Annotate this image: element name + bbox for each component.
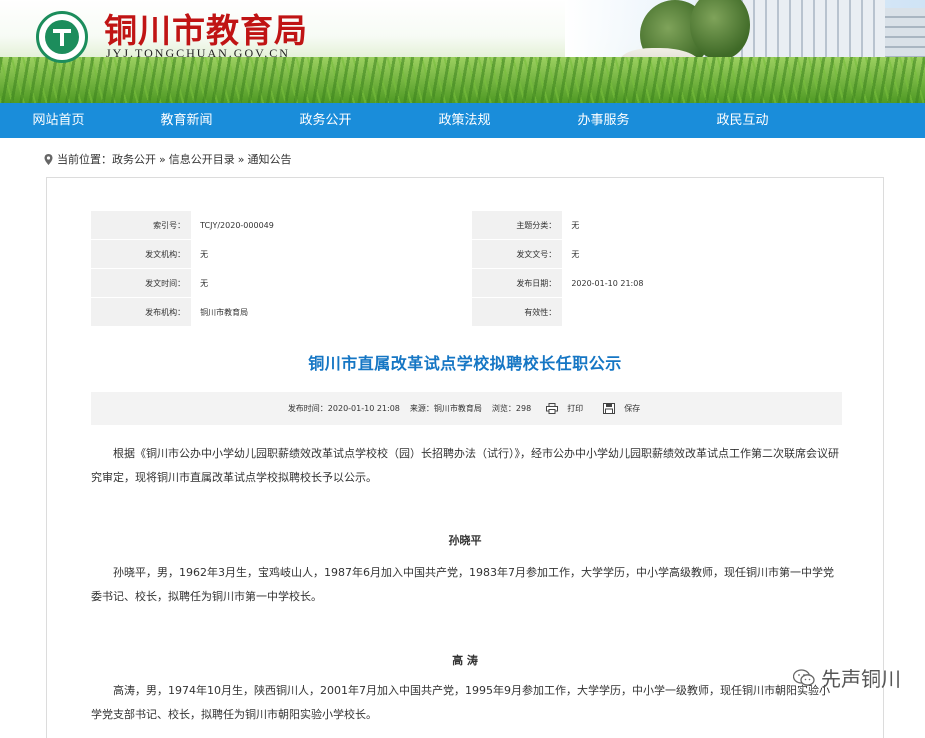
article-title: 铜川市直属改革试点学校拟聘校长任职公示 [308, 354, 622, 373]
wechat-icon [793, 668, 815, 686]
metadata-row: 发布机构： 铜川市教育局 有效性： [91, 297, 842, 326]
person-bio-paragraph: 孙晓平，男，1962年3月生，宝鸡岐山人，1987年6月加入中国共产党，1983… [91, 566, 834, 603]
watermark-text: 先声铜川 [821, 667, 901, 691]
article-source: 来源：铜川市教育局 [409, 404, 482, 413]
breadcrumb-link-info-directory[interactable]: 信息公开目录 [169, 151, 235, 167]
site-domain: JYJ.TONGCHUAN.GOV.CN [106, 46, 290, 60]
printer-icon [546, 403, 559, 414]
nav-item-policies[interactable]: 政策法规 [395, 103, 534, 138]
index-number-label: 索引号： [91, 210, 192, 240]
nav-item-home[interactable]: 网站首页 [0, 103, 117, 138]
document-number-label: 发文文号： [471, 239, 563, 269]
metadata-row: 发文时间： 无 发布日期： 2020-01-10 21:08 [91, 268, 842, 298]
person-bio-paragraph: 高涛，男，1974年10月生，陕西铜川人，2001年7月加入中国共产党，1995… [91, 684, 830, 721]
publishing-agency-label: 发布机构： [91, 297, 192, 326]
view-count: 浏览：298 [491, 404, 532, 413]
publish-time: 发布时间：2020-01-10 21:08 [287, 404, 400, 413]
nav-item-interaction[interactable]: 政民互动 [673, 103, 812, 138]
location-pin-icon [44, 153, 53, 165]
banner-building-right [885, 8, 925, 58]
nav-item-education-news[interactable]: 教育新闻 [117, 103, 256, 138]
metadata-row: 发文机构： 无 发文文号： 无 [91, 239, 842, 269]
breadcrumb: 当前位置： 政务公开 » 信息公开目录 » 通知公告 [44, 151, 291, 167]
validity-label: 有效性： [471, 297, 563, 326]
breadcrumb-label: 当前位置： [57, 153, 112, 166]
breadcrumb-separator: » [159, 152, 166, 166]
metadata-row: 索引号： TCJY/2020-000049 主题分类： 无 [91, 210, 842, 240]
breadcrumb-separator: » [237, 152, 245, 166]
issue-time-label: 发文时间： [91, 268, 192, 298]
print-button[interactable]: 打印 [546, 403, 588, 414]
header-banner: 铜川市教育局 JYJ.TONGCHUAN.GOV.CN [0, 0, 925, 103]
publishing-agency-value: 铜川市教育局 [191, 297, 472, 326]
issuing-agency-value: 无 [191, 239, 472, 269]
publish-date-value: 2020-01-10 21:08 [562, 268, 842, 298]
logo-icon[interactable] [36, 11, 88, 63]
banner-grass [0, 57, 925, 103]
wechat-watermark: 先声铜川 [793, 663, 901, 692]
nav-item-government-affairs[interactable]: 政务公开 [256, 103, 395, 138]
article-container: 索引号： TCJY/2020-000049 主题分类： 无 发文机构： 无 发文… [46, 177, 884, 738]
topic-category-value: 无 [562, 210, 842, 240]
index-number-value: TCJY/2020-000049 [191, 210, 472, 240]
article-intro-paragraph: 根据《铜川市公办中小学幼儿园职薪绩效改革试点学校校（园）长招聘办法（试行）》，经… [91, 447, 839, 484]
person-name: 孙晓平 [448, 534, 482, 547]
nav-item-services[interactable]: 办事服务 [534, 103, 673, 138]
publish-date-label: 发布日期： [471, 268, 563, 298]
print-label: 打印 [567, 404, 584, 413]
logo-emblem-inner [45, 20, 79, 54]
metadata-table: 索引号： TCJY/2020-000049 主题分类： 无 发文机构： 无 发文… [91, 210, 842, 326]
breadcrumb-link-notices[interactable]: 通知公告 [247, 151, 291, 167]
save-button[interactable]: 保存 [603, 403, 645, 414]
save-icon [603, 403, 616, 414]
issuing-agency-label: 发文机构： [91, 239, 192, 269]
article-info-bar: 发布时间：2020-01-10 21:08 来源：铜川市教育局 浏览：298 打… [91, 392, 842, 425]
person-name: 高 涛 [452, 654, 478, 667]
document-number-value: 无 [562, 239, 842, 269]
site-title[interactable]: 铜川市教育局 [104, 4, 308, 52]
breadcrumb-link-government-affairs[interactable]: 政务公开 [112, 151, 156, 167]
issue-time-value: 无 [191, 268, 472, 298]
save-label: 保存 [624, 404, 641, 413]
validity-value [562, 297, 842, 326]
topic-category-label: 主题分类： [471, 210, 563, 240]
main-nav: 网站首页 教育新闻 政务公开 政策法规 办事服务 政民互动 [0, 103, 925, 138]
